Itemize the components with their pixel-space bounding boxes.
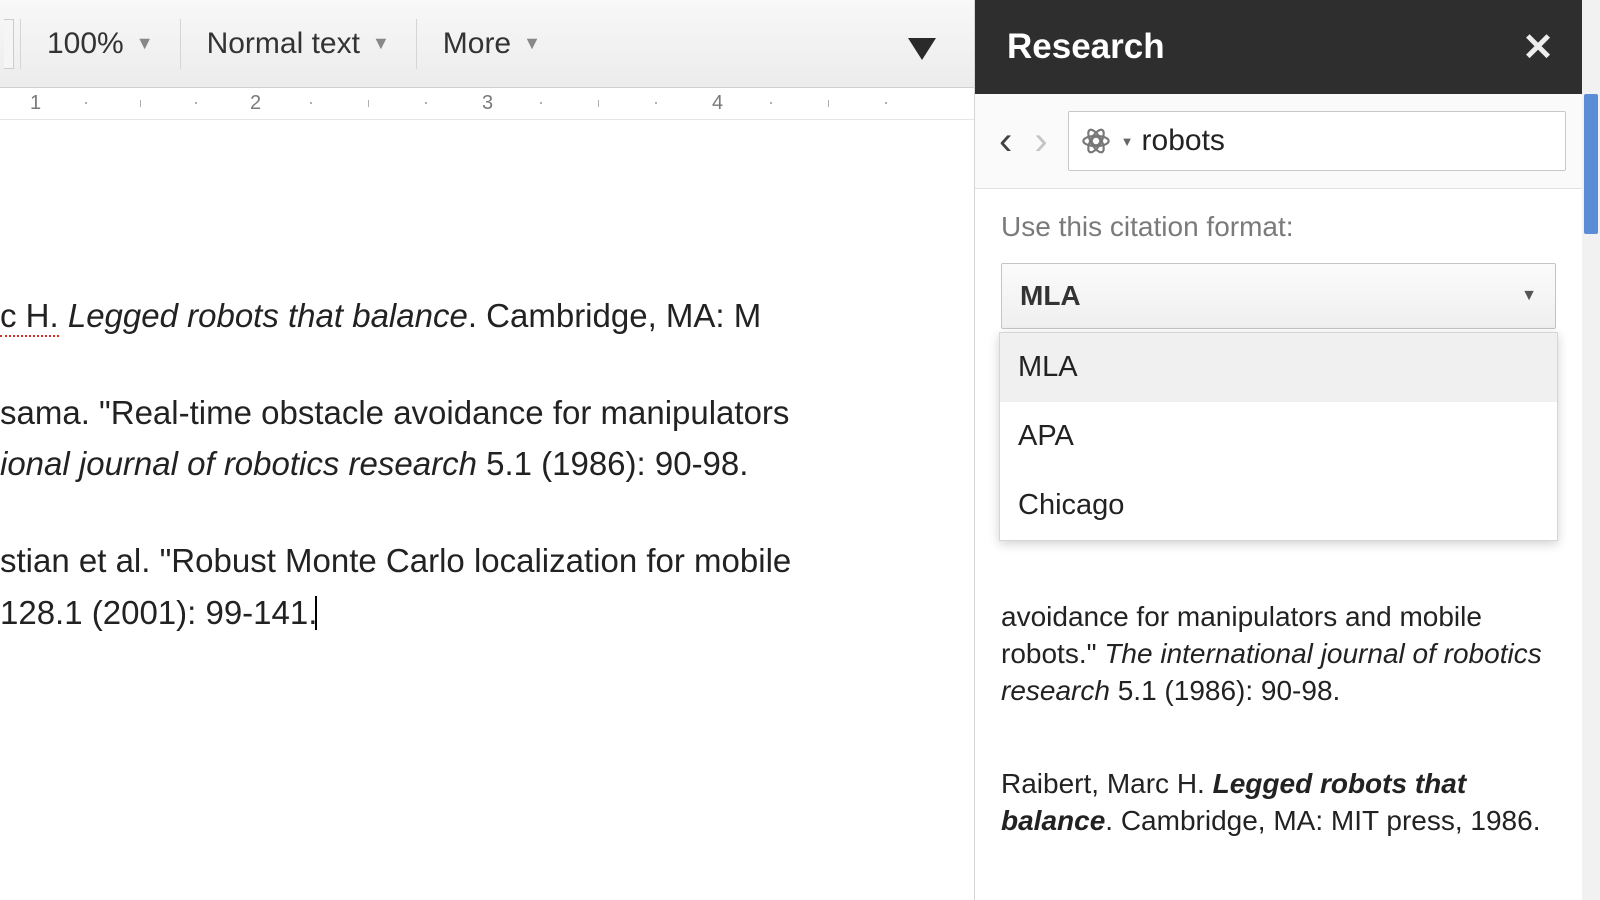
caret-down-icon: ▼ [1521,287,1537,305]
research-results: avoidance for manipulators and mobile ro… [975,599,1582,840]
research-result[interactable]: avoidance for manipulators and mobile ro… [1001,599,1556,710]
divider [180,19,181,69]
scholar-icon[interactable] [1079,124,1113,158]
ruler-number: 2 [250,92,261,115]
ruler-number: 4 [712,92,723,115]
paragraph-style-dropdown[interactable]: Normal text ▼ [187,17,410,71]
search-value: robots [1142,124,1225,158]
caret-down-icon: ▼ [372,33,390,54]
dropdown-option-apa[interactable]: APA [1000,402,1557,471]
overflow-triangle-icon[interactable] [908,38,936,60]
research-title: Research [1007,27,1165,67]
dropdown-option-mla[interactable]: MLA [1000,333,1557,402]
selected-format: MLA [1020,280,1081,312]
dropdown-options-list: MLA APA Chicago [999,332,1558,541]
research-search-input[interactable]: ▼ robots [1068,111,1566,171]
document-line: sama. "Real-time obstacle avoidance for … [0,387,920,489]
dropdown-option-chicago[interactable]: Chicago [1000,471,1557,540]
ruler-number: 3 [482,92,493,115]
citation-dropdown[interactable]: MLA ▼ MLA APA Chicago [1001,263,1556,329]
document-line: c H. Legged robots that balance. Cambrid… [0,290,920,341]
zoom-value: 100% [47,27,124,61]
forward-arrow-icon[interactable]: › [1026,115,1055,168]
close-icon[interactable]: ✕ [1522,25,1554,70]
research-header: Research ✕ [975,0,1582,94]
caret-down-icon[interactable]: ▼ [1121,134,1134,149]
document-line: stian et al. "Robust Monte Carlo localiz… [0,535,920,637]
caret-down-icon: ▼ [523,33,541,54]
research-panel: Research ✕ ‹ › ▼ robots Use this citatio… [974,0,1582,900]
divider [416,19,417,69]
more-label: More [443,27,511,61]
scrollbar-thumb[interactable] [1584,94,1598,234]
citation-format-label: Use this citation format: [1001,211,1556,243]
ruler-number: 1 [30,92,41,115]
style-value: Normal text [207,27,360,61]
zoom-dropdown[interactable]: 100% ▼ [27,17,174,71]
dropdown-selected[interactable]: MLA ▼ [1001,263,1556,329]
text-cursor [315,596,317,630]
toolbar-edge [4,19,14,69]
scrollbar[interactable] [1582,0,1600,900]
back-arrow-icon[interactable]: ‹ [991,115,1020,168]
caret-down-icon: ▼ [136,33,154,54]
research-result[interactable]: Raibert, Marc H. Legged robots that bala… [1001,766,1556,840]
more-dropdown[interactable]: More ▼ [423,17,561,71]
citation-section: Use this citation format: MLA ▼ MLA APA … [975,189,1582,343]
research-nav: ‹ › ▼ robots [975,94,1582,189]
document-body[interactable]: c H. Legged robots that balance. Cambrid… [0,120,920,900]
divider [20,19,21,69]
